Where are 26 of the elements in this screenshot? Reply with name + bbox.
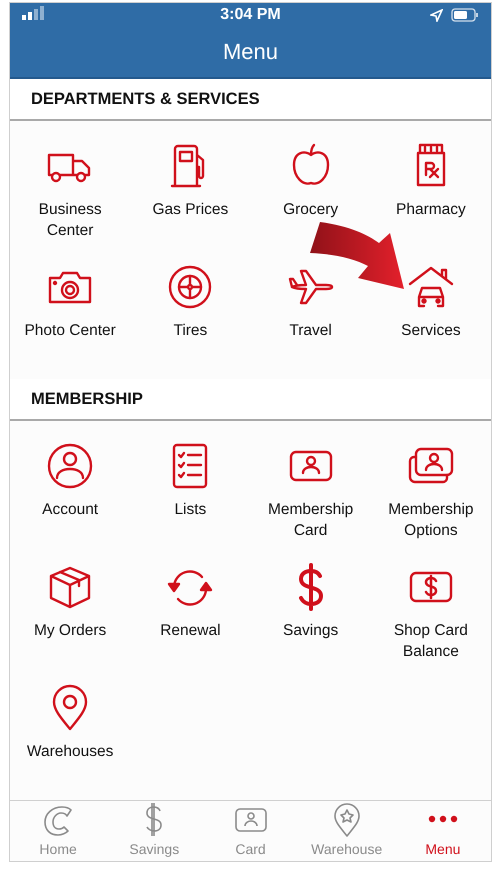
menu-item-label[interactable]: Travel: [256, 320, 366, 341]
location-icon: [430, 8, 443, 22]
menu-item-label[interactable]: Photo Center: [15, 320, 126, 341]
menu-item-label[interactable]: Membership Card: [256, 499, 366, 541]
menu-item-label[interactable]: My Orders: [15, 620, 126, 641]
section-header: DEPARTMENTS & SERVICES: [31, 90, 260, 108]
signal-icon: [22, 6, 44, 20]
screen-title: Menu: [222, 39, 278, 66]
menu-item-label[interactable]: Lists: [135, 499, 246, 520]
menu-item-label[interactable]: Account: [15, 499, 126, 520]
menu-item-label[interactable]: Membership Options: [376, 499, 486, 541]
menu-item-label[interactable]: Gas Prices: [135, 199, 246, 220]
menu-item-label[interactable]: Warehouses: [15, 741, 126, 762]
menu-item-label[interactable]: Business Center: [15, 199, 126, 241]
status-time: 3:04 PM: [220, 6, 281, 24]
menu-item-label[interactable]: Services: [376, 320, 486, 341]
tab[interactable]: Menu: [394, 801, 491, 861]
menu-item-label[interactable]: Grocery: [256, 199, 366, 220]
menu-item-label[interactable]: Tires: [135, 320, 246, 341]
menu-item-label[interactable]: Pharmacy: [376, 199, 486, 220]
menu-item-label[interactable]: Savings: [256, 620, 366, 641]
menu-item-label[interactable]: Shop Card Balance: [376, 620, 486, 662]
section-header: MEMBERSHIP: [31, 390, 143, 408]
menu-item-label[interactable]: Renewal: [135, 620, 246, 641]
more-dots-icon: [428, 815, 458, 823]
battery-icon: [451, 8, 479, 22]
